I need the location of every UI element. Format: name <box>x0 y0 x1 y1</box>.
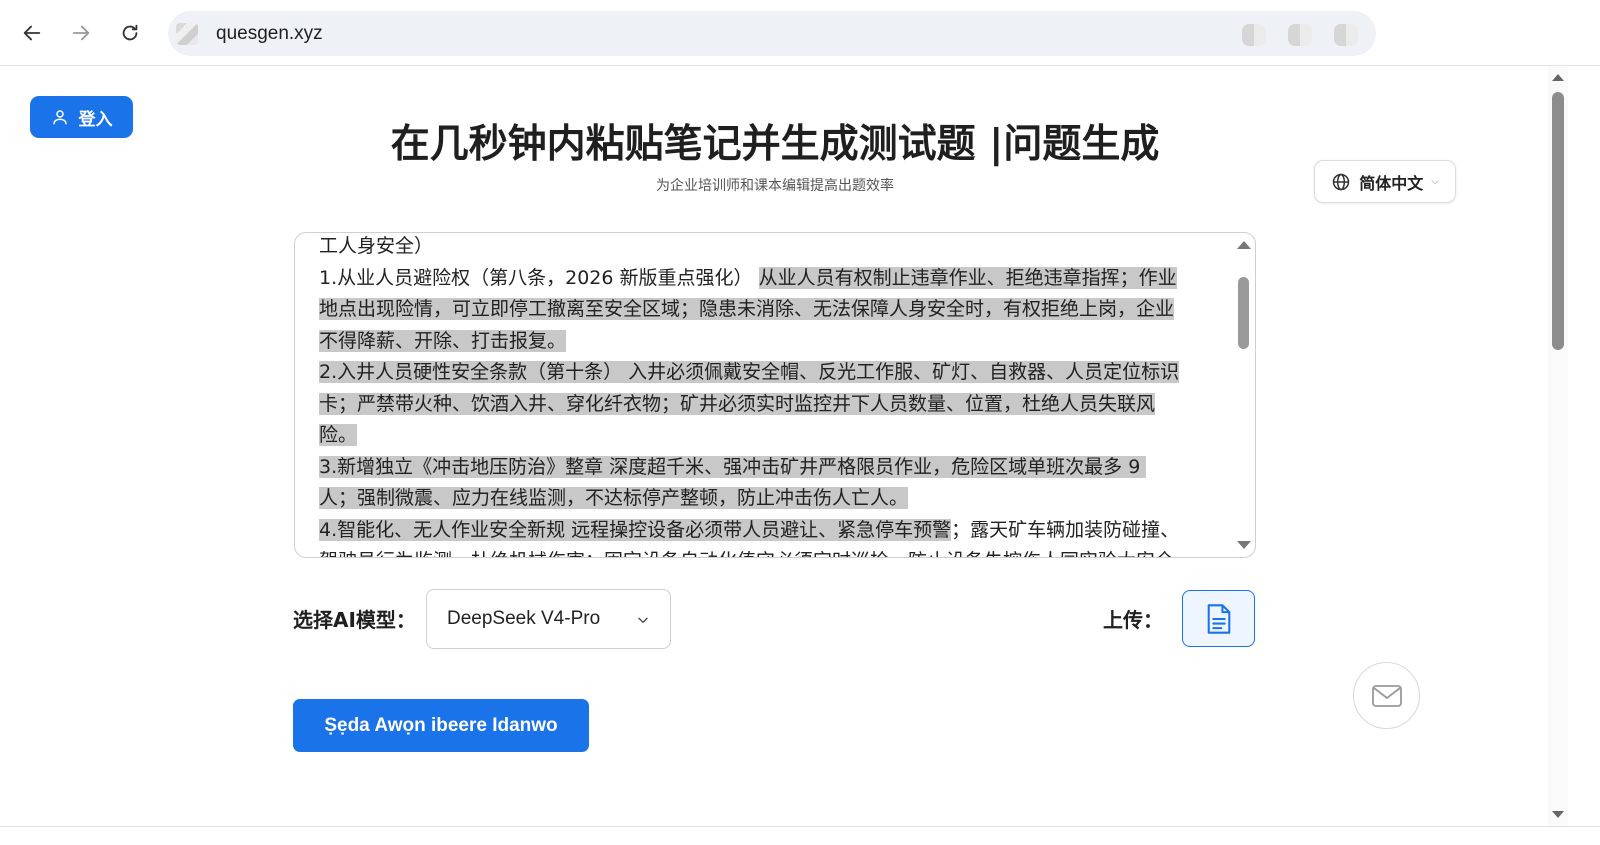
extension-icon[interactable] <box>1334 24 1358 46</box>
scroll-up-arrow-icon[interactable] <box>1237 241 1251 249</box>
notes-line: 险。 <box>319 420 1219 452</box>
upload-file-button[interactable] <box>1182 590 1255 647</box>
page-scrollbar[interactable] <box>1548 66 1568 826</box>
file-icon <box>1207 603 1230 634</box>
window-bottom-divider <box>0 826 1600 827</box>
chevron-down-icon <box>638 617 648 623</box>
url-text: quesgen.xyz <box>216 23 323 44</box>
upload-label: 上传： <box>1103 608 1163 632</box>
language-selector[interactable]: 简体中文 ⌵ <box>1314 160 1456 203</box>
textarea-scrollbar[interactable] <box>1233 233 1255 557</box>
contact-mail-button[interactable] <box>1353 662 1420 729</box>
notes-selected-text: 人；强制微震、应力在线监测，不达标停产整顿，防止冲击伤人亡人。 <box>319 487 909 509</box>
mail-icon <box>1371 684 1402 707</box>
notes-selected-text: 险。 <box>319 424 358 446</box>
generate-questions-button[interactable]: Ṣẹda Awọn ibeere Idanwo <box>293 699 589 752</box>
globe-icon <box>1332 173 1350 190</box>
notes-selected-text: 不得降薪、开除、打击报复。 <box>319 329 567 352</box>
notes-selected-text: 4.智能化、无人作业安全新规 远程操控设备必须带人员避让、紧急停车预警 <box>319 518 952 541</box>
notes-line: 不得降薪、开除、打击报复。 <box>319 326 1219 358</box>
arrow-left-icon <box>23 25 41 41</box>
notes-textarea[interactable]: 工人身安全） 1.从业人员避险权（第八条，2026 新版重点强化） 从业人员有权制… <box>294 232 1256 558</box>
notes-line: 人；强制微震、应力在线监测，不达标停产整顿，防止冲击伤人亡人。 <box>319 483 1219 515</box>
scroll-up-arrow-icon[interactable] <box>1552 74 1564 81</box>
notes-line-text: 1.从业人员避险权（第八条，2026 新版重点强化） <box>319 266 759 289</box>
notes-line-text: 驾驶员行为监测，杜绝机械伤害；固定设备自动化值守必须定时巡检，防止设备失控伤人同… <box>319 550 1174 557</box>
notes-line: 2.入井人员硬性安全条款（第十条） 入井必须佩戴安全帽、反光工作服、矿灯、自救器… <box>319 357 1219 389</box>
notes-line: 1.从业人员避险权（第八条，2026 新版重点强化） 从业人员有权制止违章作业、… <box>319 263 1219 295</box>
chevron-down-icon: ⌵ <box>1431 176 1439 187</box>
model-label: 选择AI模型： <box>293 608 416 632</box>
notes-line-text: ；露天矿车辆加装防碰撞、 <box>951 518 1180 541</box>
notes-line: 4.智能化、无人作业安全新规 远程操控设备必须带人员避让、紧急停车预警；露天矿车… <box>319 515 1219 547</box>
model-select-value: DeepSeek V4-Pro <box>447 608 601 629</box>
notes-selected-text: 3.新增独立《冲击地压防治》整章 深度超千米、强冲击矿井严格限员作业，危险区域单… <box>319 455 1147 478</box>
scrollbar-thumb[interactable] <box>1238 277 1249 349</box>
forward-button[interactable] <box>66 18 96 48</box>
extension-icon[interactable] <box>1242 24 1266 46</box>
notes-line: 驾驶员行为监测，杜绝机械伤害；固定设备自动化值守必须定时巡检，防止设备失控伤人同… <box>319 546 1219 557</box>
scroll-down-arrow-icon[interactable] <box>1552 811 1564 818</box>
notes-line: 3.新增独立《冲击地压防治》整章 深度超千米、强冲击矿井严格限员作业，危险区域单… <box>319 452 1219 484</box>
notes-selected-text: 2.入井人员硬性安全条款（第十条） 入井必须佩戴安全帽、反光工作服、矿灯、自救器… <box>319 361 1180 383</box>
site-favicon-icon <box>176 23 198 45</box>
notes-selected-text: 从业人员有权制止违章作业、拒绝违章指挥；作业 <box>758 266 1177 289</box>
scroll-down-arrow-icon[interactable] <box>1237 541 1251 549</box>
address-bar[interactable]: quesgen.xyz <box>168 11 1376 56</box>
extension-icon[interactable] <box>1288 24 1312 46</box>
notes-line: 地点出现险情，可立即停工撤离至安全区域；隐患未消除、无法保障人身安全时，有权拒绝… <box>319 294 1219 326</box>
back-button[interactable] <box>17 18 47 48</box>
arrow-right-icon <box>72 25 90 41</box>
language-label: 简体中文 <box>1359 173 1424 193</box>
notes-line: 工人身安全） <box>319 233 1219 263</box>
browser-toolbar: quesgen.xyz <box>0 0 1600 66</box>
notes-selected-text: 卡；严禁带火种、饮酒入井、穿化纤衣物；矿井必须实时监控井下人员数量、位置，杜绝人… <box>319 392 1156 415</box>
notes-line: 卡；严禁带火种、饮酒入井、穿化纤衣物；矿井必须实时监控井下人员数量、位置，杜绝人… <box>319 389 1219 421</box>
model-select[interactable]: DeepSeek V4-Pro <box>426 589 671 649</box>
page-scrollbar-thumb[interactable] <box>1552 92 1564 350</box>
notes-content: 工人身安全） 1.从业人员避险权（第八条，2026 新版重点强化） 从业人员有权制… <box>319 233 1219 557</box>
notes-selected-text: 地点出现险情，可立即停工撤离至安全区域；隐患未消除、无法保障人身安全时，有权拒绝… <box>319 298 1175 320</box>
reload-button[interactable] <box>115 18 145 48</box>
reload-icon <box>122 24 138 41</box>
notes-line-text: 工人身安全） <box>319 235 434 257</box>
